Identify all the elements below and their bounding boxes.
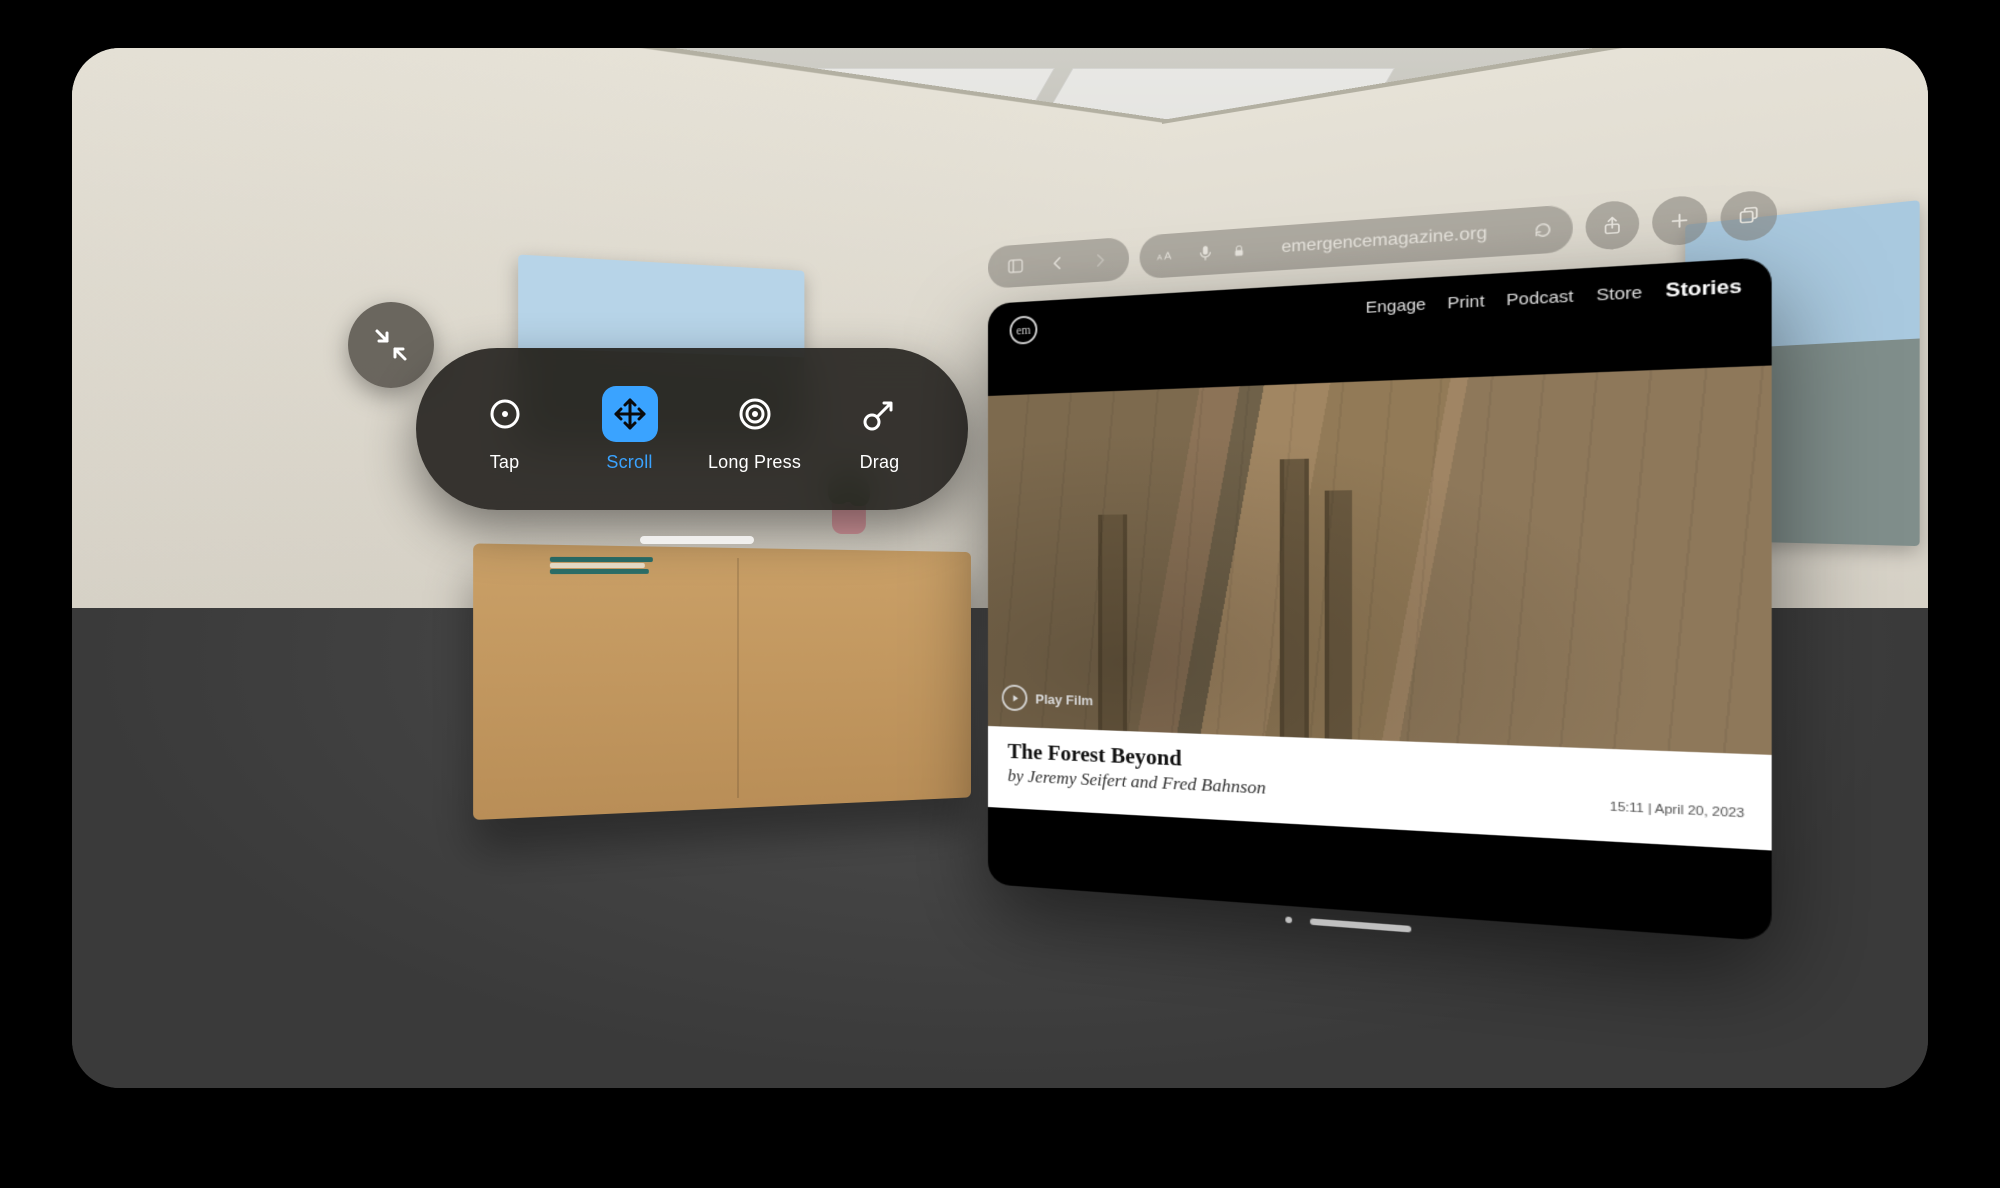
pointer-control-bar: Tap Scroll <box>416 348 968 510</box>
long-press-icon <box>735 394 775 434</box>
pointer-control-scroll[interactable]: Scroll <box>575 386 685 473</box>
chevron-left-icon <box>1048 253 1066 273</box>
safari-nav-group <box>988 237 1129 289</box>
back-button[interactable] <box>1039 244 1075 283</box>
hero-detail <box>1098 514 1127 731</box>
reload-icon <box>1532 219 1554 241</box>
share-button[interactable] <box>1586 199 1640 251</box>
voice-button[interactable] <box>1190 237 1220 268</box>
text-size-icon: AA <box>1155 246 1174 266</box>
chevron-right-icon <box>1091 250 1109 270</box>
webpage: em Engage Print Podcast Store Stories <box>988 257 1772 941</box>
svg-text:A: A <box>1164 251 1171 263</box>
svg-text:A: A <box>1157 253 1162 263</box>
microphone-icon <box>1196 243 1215 263</box>
pointer-control-tap[interactable]: Tap <box>450 386 560 473</box>
hero-detail <box>1325 490 1352 739</box>
pointer-control-scroll-label: Scroll <box>606 452 652 473</box>
pointer-control-drag[interactable]: Drag <box>825 386 935 473</box>
pointer-control-long-press[interactable]: Long Press <box>700 386 810 473</box>
room-credenza <box>473 543 971 820</box>
pointer-control-close-button[interactable] <box>348 302 434 388</box>
play-icon <box>1002 684 1028 711</box>
hero-detail <box>1280 459 1309 738</box>
safari-window: AA emergencemagazine.org <box>988 181 1772 941</box>
reader-button[interactable]: AA <box>1150 240 1180 271</box>
play-film-label: Play Film <box>1035 691 1093 708</box>
nav-print[interactable]: Print <box>1447 291 1484 312</box>
lock-icon <box>1231 243 1246 259</box>
drag-icon <box>860 394 900 434</box>
pointer-control-grab-bar[interactable] <box>640 536 754 544</box>
tap-icon <box>485 394 525 434</box>
room-books <box>550 556 653 574</box>
nav-engage[interactable]: Engage <box>1366 295 1426 317</box>
safari-action-group <box>1586 189 1778 251</box>
site-nav: Engage Print Podcast Store Stories <box>1366 275 1742 318</box>
address-text: emergencemagazine.org <box>1258 222 1514 259</box>
site-logo[interactable]: em <box>1010 315 1038 345</box>
new-tab-button[interactable] <box>1652 194 1707 246</box>
share-icon <box>1601 214 1624 236</box>
tabs-icon <box>1737 205 1761 228</box>
sidebar-button[interactable] <box>998 247 1034 286</box>
spatial-scene: Tap Scroll <box>72 48 1928 1088</box>
window-close-dot[interactable] <box>1285 916 1292 923</box>
story-duration: 15:11 <box>1610 800 1644 815</box>
play-film-button[interactable]: Play Film <box>1002 682 1093 715</box>
arrows-in-icon <box>371 325 411 365</box>
forward-button[interactable] <box>1082 241 1119 280</box>
story-hero-image: Play Film <box>988 365 1772 754</box>
sidebar-icon <box>1007 256 1025 275</box>
nav-podcast[interactable]: Podcast <box>1506 286 1573 309</box>
scroll-icon <box>610 394 650 434</box>
tabs-button[interactable] <box>1721 189 1778 242</box>
nav-stories[interactable]: Stories <box>1666 275 1742 302</box>
nav-store[interactable]: Store <box>1596 283 1642 305</box>
pointer-control-tap-label: Tap <box>490 452 520 473</box>
plus-icon <box>1668 209 1692 231</box>
pointer-control-long-press-label: Long Press <box>708 452 801 473</box>
reload-button[interactable] <box>1526 213 1561 247</box>
pointer-control-drag-label: Drag <box>860 452 900 473</box>
